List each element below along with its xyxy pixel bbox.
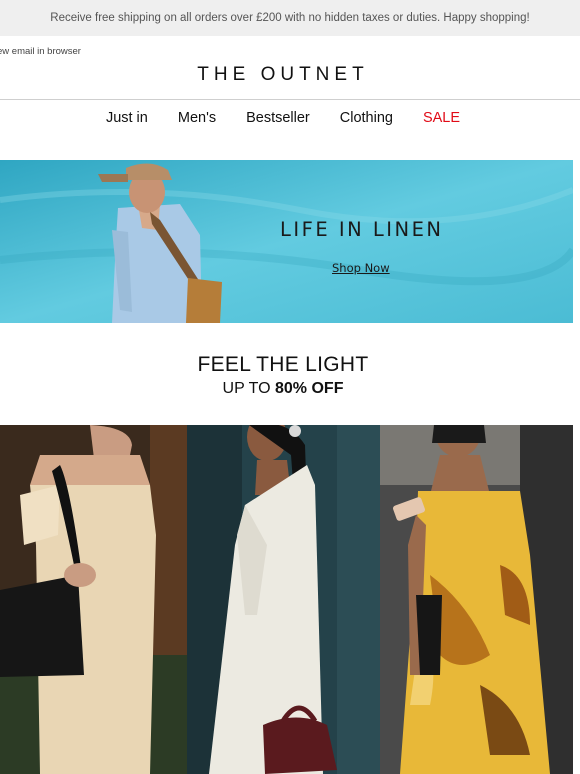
product-tiles bbox=[0, 425, 573, 774]
hero-title: LIFE IN LINEN bbox=[280, 218, 444, 241]
hero-model-image bbox=[0, 160, 573, 323]
nav-clothing[interactable]: Clothing bbox=[325, 110, 408, 126]
brand-logo[interactable]: THE OUTNET bbox=[0, 64, 566, 86]
promo-title: FEEL THE LIGHT bbox=[197, 353, 369, 376]
promo-subtitle-prefix: UP TO bbox=[222, 380, 275, 397]
promo-subtitle: UP TO 80% OFF bbox=[0, 380, 566, 398]
announcement-bar: Receive free shipping on all orders over… bbox=[0, 0, 580, 36]
shop-now-link[interactable]: Shop Now bbox=[332, 261, 390, 275]
announcement-text: Receive free shipping on all orders over… bbox=[50, 12, 530, 24]
cream-dress-image bbox=[0, 425, 187, 774]
tile-yellow-dress[interactable] bbox=[380, 425, 573, 774]
white-dress-image bbox=[187, 425, 380, 774]
nav-just-in[interactable]: Just in bbox=[91, 110, 163, 126]
tile-white-dress[interactable] bbox=[187, 425, 380, 774]
hero-banner[interactable] bbox=[0, 160, 573, 323]
yellow-dress-image bbox=[380, 425, 573, 774]
header-divider bbox=[0, 99, 580, 100]
tile-cream-dress[interactable] bbox=[0, 425, 187, 774]
promo-discount: 80% OFF bbox=[275, 380, 344, 397]
main-nav: Just in Men's Bestseller Clothing SALE bbox=[0, 110, 566, 126]
nav-bestseller[interactable]: Bestseller bbox=[231, 110, 325, 126]
view-in-browser-link[interactable]: ew email in browser bbox=[0, 46, 81, 57]
nav-mens[interactable]: Men's bbox=[163, 110, 231, 126]
nav-sale[interactable]: SALE bbox=[408, 110, 475, 126]
